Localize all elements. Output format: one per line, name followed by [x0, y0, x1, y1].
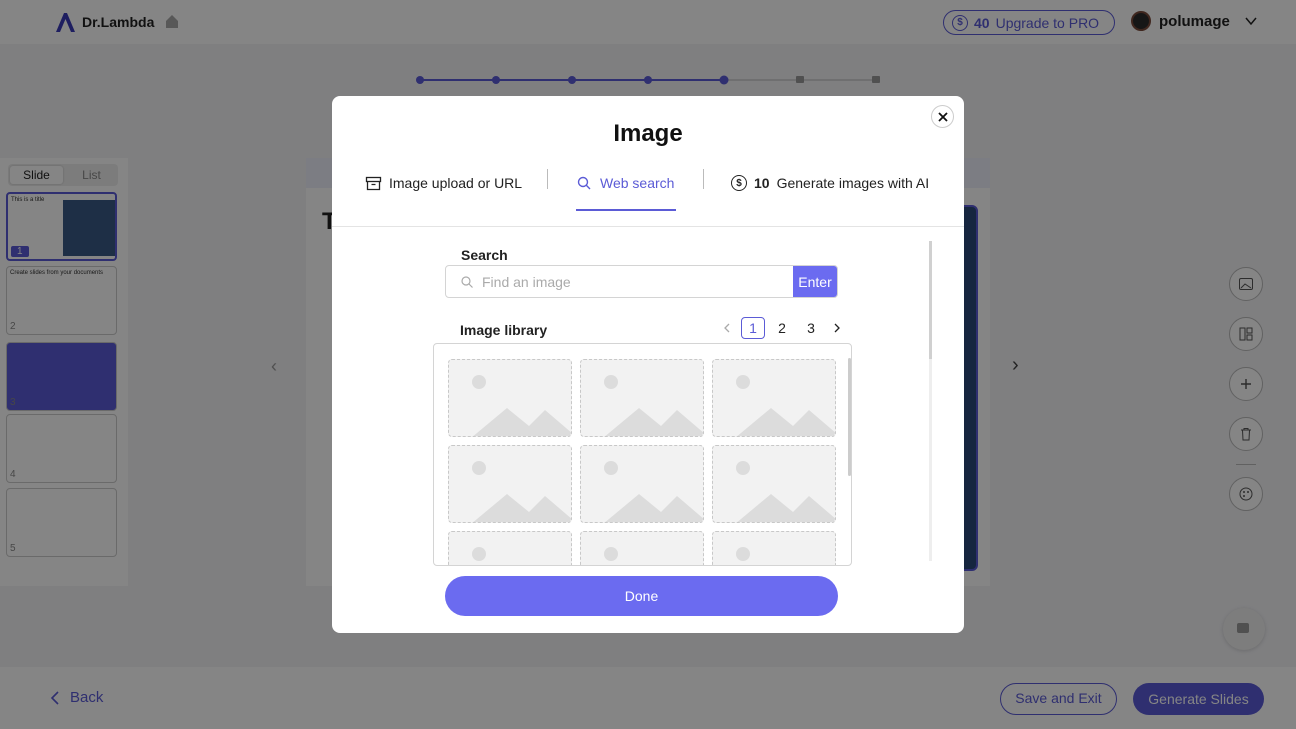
page-button[interactable]: 2 [770, 317, 794, 339]
library-label: Image library [460, 322, 548, 338]
image-modal: Image Image upload or URL Web search $ 1… [332, 96, 964, 633]
coin-icon: $ [731, 175, 747, 191]
tab-web-label: Web search [600, 175, 675, 191]
next-page-button[interactable] [828, 317, 846, 339]
search-label: Search [461, 247, 508, 263]
image-source-tabs: Image upload or URL Web search $ 10 Gene… [332, 166, 964, 227]
image-placeholder[interactable] [712, 359, 836, 437]
image-placeholder-icon [472, 461, 571, 522]
enter-button[interactable]: Enter [793, 266, 837, 297]
image-placeholder[interactable] [448, 445, 572, 523]
tab-ai-label: Generate images with AI [776, 175, 930, 191]
chevron-right-icon [834, 323, 840, 333]
library-scrollbar[interactable] [848, 358, 851, 476]
image-placeholder-icon [472, 375, 571, 436]
image-placeholder[interactable] [580, 445, 704, 523]
image-placeholder-icon [736, 547, 750, 561]
image-placeholder-icon [604, 375, 703, 436]
image-placeholder[interactable] [580, 531, 704, 565]
ai-cost: 10 [754, 175, 770, 191]
close-button[interactable] [931, 105, 954, 128]
image-placeholder[interactable] [448, 359, 572, 437]
page-button[interactable]: 3 [799, 317, 823, 339]
prev-page-button[interactable] [718, 317, 736, 339]
image-placeholder[interactable] [580, 359, 704, 437]
search-input[interactable] [482, 266, 793, 297]
image-placeholder-icon [736, 461, 835, 522]
image-placeholder-icon [604, 461, 703, 522]
search-icon [577, 176, 591, 189]
image-placeholder[interactable] [712, 531, 836, 565]
image-placeholder-icon [736, 375, 835, 436]
active-tab-indicator [576, 209, 676, 211]
tab-image-upload[interactable]: Image upload or URL [365, 170, 522, 196]
archive-icon [365, 176, 382, 190]
tab-divider [547, 169, 548, 189]
image-placeholder[interactable] [712, 445, 836, 523]
page-button[interactable]: 1 [741, 317, 765, 339]
tab-upload-label: Image upload or URL [389, 175, 523, 191]
search-icon [461, 275, 473, 288]
image-placeholder[interactable] [448, 531, 572, 565]
done-button[interactable]: Done [445, 576, 838, 616]
chevron-left-icon [724, 323, 730, 333]
image-placeholder-icon [604, 547, 618, 561]
tab-divider [703, 169, 704, 189]
search-box: Enter [445, 265, 838, 298]
scrollbar-thumb[interactable] [929, 241, 932, 359]
tab-web-search[interactable]: Web search [576, 170, 674, 196]
image-placeholder-icon [472, 547, 486, 561]
close-icon [937, 111, 948, 122]
image-library-grid [433, 343, 852, 566]
tab-generate-ai[interactable]: $ 10 Generate images with AI [731, 170, 929, 196]
modal-title: Image [613, 120, 683, 147]
pagination: 1 2 3 [718, 317, 846, 339]
